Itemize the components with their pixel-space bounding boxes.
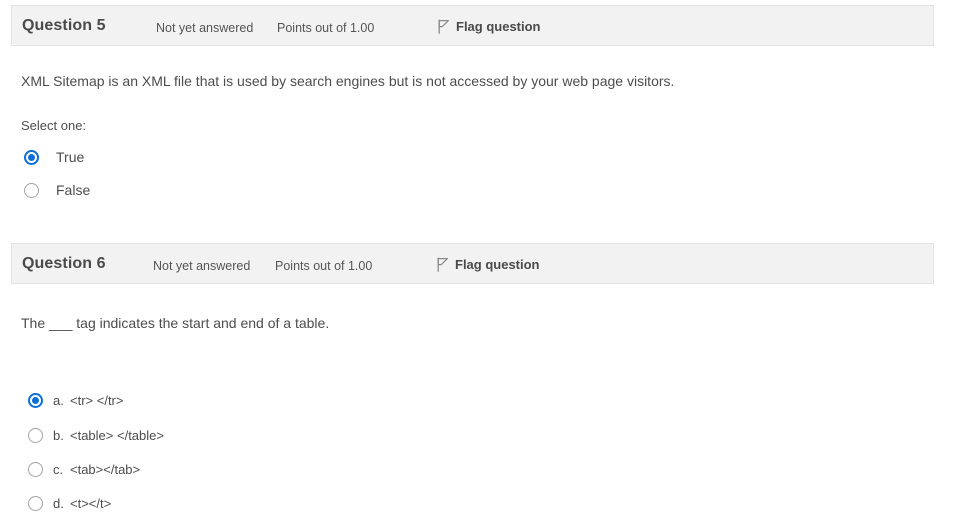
answer-label-d: <t></t> <box>70 496 112 511</box>
answer-option-b[interactable]: b. <table> </table> <box>28 428 164 443</box>
answer-label-b: <table> </table> <box>70 428 164 443</box>
radio-button-unselected[interactable] <box>28 496 43 511</box>
answer-option-a[interactable]: a. <tr> </tr> <box>28 393 123 408</box>
question-text-5: XML Sitemap is an XML file that is used … <box>21 73 675 89</box>
flag-icon <box>438 19 449 34</box>
answer-label-a: <tr> </tr> <box>70 393 124 408</box>
question-header-5: Question 5 Not yet answered Points out o… <box>11 5 934 46</box>
question-number-6: Question 6 <box>22 255 106 272</box>
question-grade-5: Points out of 1.00 <box>277 21 375 35</box>
question-number-5: Question 5 <box>22 17 106 34</box>
flag-question-label-6: Flag question <box>455 257 540 272</box>
question-grade-6: Points out of 1.00 <box>275 259 373 273</box>
flag-question-button-5[interactable]: Flag question <box>437 19 541 34</box>
answer-key-b: b. <box>53 428 64 443</box>
answer-label-c: <tab></tab> <box>70 462 141 477</box>
question-state-6: Not yet answered <box>153 259 251 273</box>
radio-button-selected[interactable] <box>24 149 39 165</box>
answer-option-true[interactable]: True <box>24 149 84 165</box>
answer-key-a: a. <box>53 393 64 408</box>
question-header-6: Question 6 Not yet answered Points out o… <box>11 243 934 284</box>
question-state-5: Not yet answered <box>156 21 254 35</box>
flag-question-button-6[interactable]: Flag question <box>436 257 540 272</box>
radio-button-unselected[interactable] <box>28 462 43 477</box>
select-one-label-5: Select one: <box>21 118 87 133</box>
quiz-page: Question 5 Not yet answered Points out o… <box>0 0 967 529</box>
flag-icon <box>437 257 448 272</box>
answer-label-false: False <box>56 182 91 198</box>
radio-button-unselected[interactable] <box>24 182 39 198</box>
answer-option-d[interactable]: d. <t></t> <box>28 496 111 511</box>
radio-button-unselected[interactable] <box>28 428 43 443</box>
answer-key-c: c. <box>53 462 64 477</box>
answer-option-c[interactable]: c. <tab></tab> <box>28 462 140 477</box>
question-text-6: The ___ tag indicates the start and end … <box>21 315 330 331</box>
answer-key-d: d. <box>53 496 64 511</box>
answer-label-true: True <box>56 149 85 165</box>
radio-button-selected[interactable] <box>28 393 43 408</box>
answer-option-false[interactable]: False <box>24 182 90 198</box>
flag-question-label-5: Flag question <box>456 19 541 34</box>
